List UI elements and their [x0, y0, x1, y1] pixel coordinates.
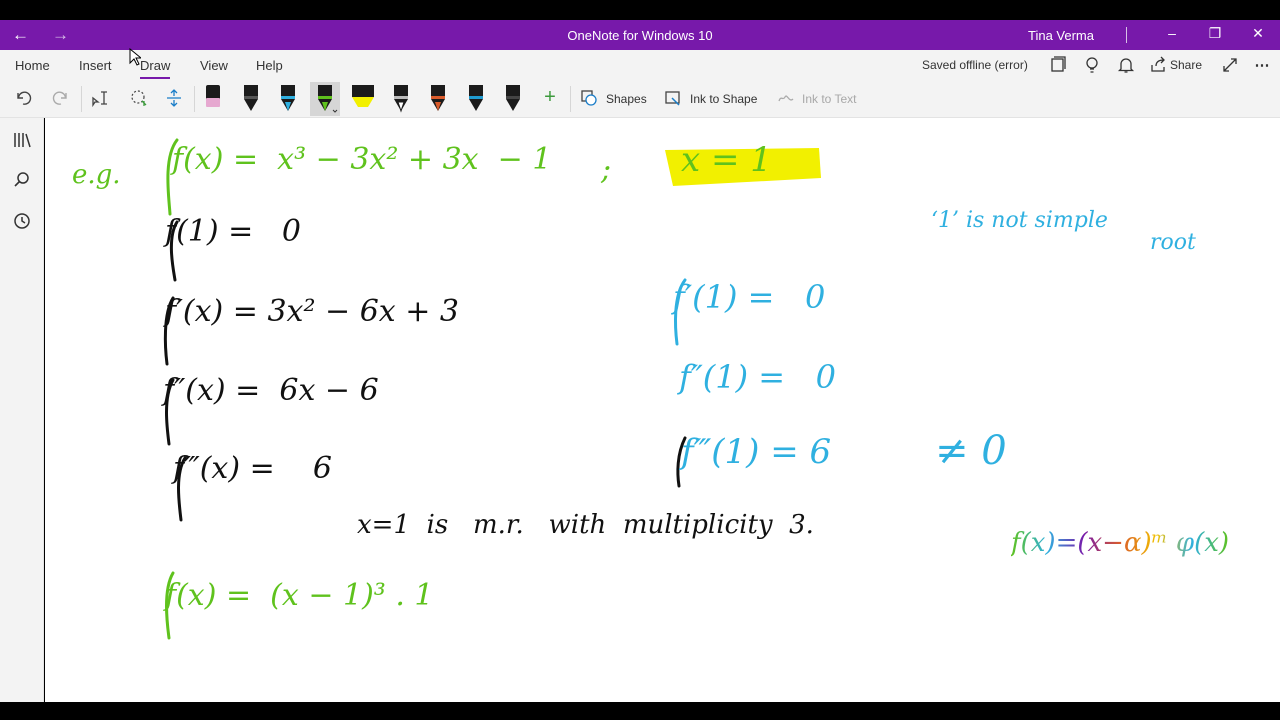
pen-dark-icon[interactable]	[461, 82, 491, 116]
root-value: x = 1	[681, 140, 772, 180]
sync-status[interactable]: Saved offline (error)	[922, 58, 1028, 72]
share-icon[interactable]	[1150, 56, 1168, 74]
pen-rainbow-icon[interactable]	[423, 82, 453, 116]
third-derivative: f‴(x) = 6	[173, 451, 332, 486]
toolbar-separator	[81, 86, 82, 112]
second-derivative: f″(x) = 6x − 6	[163, 373, 379, 408]
blue-third-derivative-at-1: f‴(1) = 6	[681, 432, 832, 472]
pen-green-icon[interactable]	[310, 82, 340, 116]
semicolon-mark: ;	[601, 152, 612, 187]
not-equal-zero: ≠ 0	[935, 428, 1007, 474]
toolbar-separator	[194, 86, 195, 112]
ink-to-text-button[interactable]: Ink to Text	[802, 92, 856, 106]
search-icon[interactable]	[12, 170, 32, 190]
fullscreen-icon[interactable]	[1221, 56, 1239, 74]
title-separator	[1126, 27, 1127, 43]
ink-to-shape-button[interactable]: Ink to Shape	[690, 92, 757, 106]
maximize-icon[interactable]: ❐	[1205, 25, 1225, 42]
tab-home[interactable]: Home	[15, 58, 50, 73]
redo-icon[interactable]	[52, 89, 70, 107]
bell-icon[interactable]	[1117, 56, 1135, 74]
first-derivative: f′(x) = 3x² − 6x + 3	[165, 294, 459, 329]
more-options-icon[interactable]: ⋯	[1253, 56, 1271, 74]
lasso-select-icon[interactable]	[129, 89, 147, 107]
blue-first-derivative-at-1: f′(1) = 0	[673, 278, 826, 316]
recent-notes-icon[interactable]	[12, 211, 32, 231]
ribbon-tabs: Home Insert Draw View Help Saved offline…	[0, 50, 1280, 80]
highlighter-yellow-icon[interactable]	[348, 82, 378, 116]
tab-help[interactable]: Help	[256, 58, 283, 73]
function-definition: f(x) = x³ − 3x² + 3x − 1	[172, 142, 552, 177]
add-pen-button[interactable]: +	[539, 86, 561, 109]
eraser-tool-icon[interactable]	[198, 82, 228, 116]
pen-galaxy-icon[interactable]	[386, 82, 416, 116]
lightbulb-icon[interactable]	[1083, 56, 1101, 74]
bottom-letterbox	[0, 702, 1280, 720]
notebooks-icon[interactable]	[1049, 56, 1067, 74]
note-canvas[interactable]: e.g. f(x) = x³ − 3x² + 3x − 1 ; x = 1 f(…	[45, 118, 1280, 702]
draw-toolbar: + Shapes Ink to Shape Ink to Text	[0, 80, 1280, 118]
factored-form: f(x) = (x − 1)³ . 1	[165, 578, 434, 613]
pen-blue-icon[interactable]	[273, 82, 303, 116]
shapes-button[interactable]: Shapes	[606, 92, 647, 106]
close-icon[interactable]: ✕	[1248, 25, 1268, 42]
add-space-icon[interactable]	[165, 89, 183, 107]
left-navigation	[0, 118, 44, 702]
ink-to-shape-icon[interactable]	[664, 89, 682, 107]
minimize-icon[interactable]: –	[1162, 25, 1182, 41]
tab-insert[interactable]: Insert	[79, 58, 112, 73]
pen-black-icon[interactable]	[236, 82, 266, 116]
simple-root-note: ‘1’ is not simple	[931, 208, 1108, 233]
simple-root-note-continued: root	[1150, 230, 1196, 255]
ink-to-text-icon[interactable]	[777, 89, 795, 107]
multiplicity-conclusion: x=1 is m.r. with multiplicity 3.	[357, 510, 814, 540]
user-name[interactable]: Tina Verma	[1028, 28, 1094, 43]
blue-second-derivative-at-1: f″(1) = 0	[679, 358, 836, 396]
tab-draw[interactable]: Draw	[140, 58, 171, 79]
share-button[interactable]: Share	[1170, 58, 1202, 72]
tab-view[interactable]: View	[200, 58, 228, 73]
general-multiplicity-form: f(x)=(x−α)ᵐ φ(x)	[1011, 528, 1230, 558]
title-bar: ← → OneNote for Windows 10 Tina Verma – …	[0, 20, 1280, 50]
pencil-icon[interactable]	[498, 82, 528, 116]
mouse-cursor-icon	[129, 48, 141, 66]
shapes-icon[interactable]	[580, 89, 598, 107]
type-select-icon[interactable]	[91, 89, 109, 107]
notebooks-library-icon[interactable]	[12, 130, 32, 150]
toolbar-separator	[570, 86, 571, 112]
undo-icon[interactable]	[14, 89, 32, 107]
example-label: e.g.	[72, 160, 121, 190]
f-at-1: f(1) = 0	[165, 214, 301, 249]
top-letterbox	[0, 0, 1280, 20]
